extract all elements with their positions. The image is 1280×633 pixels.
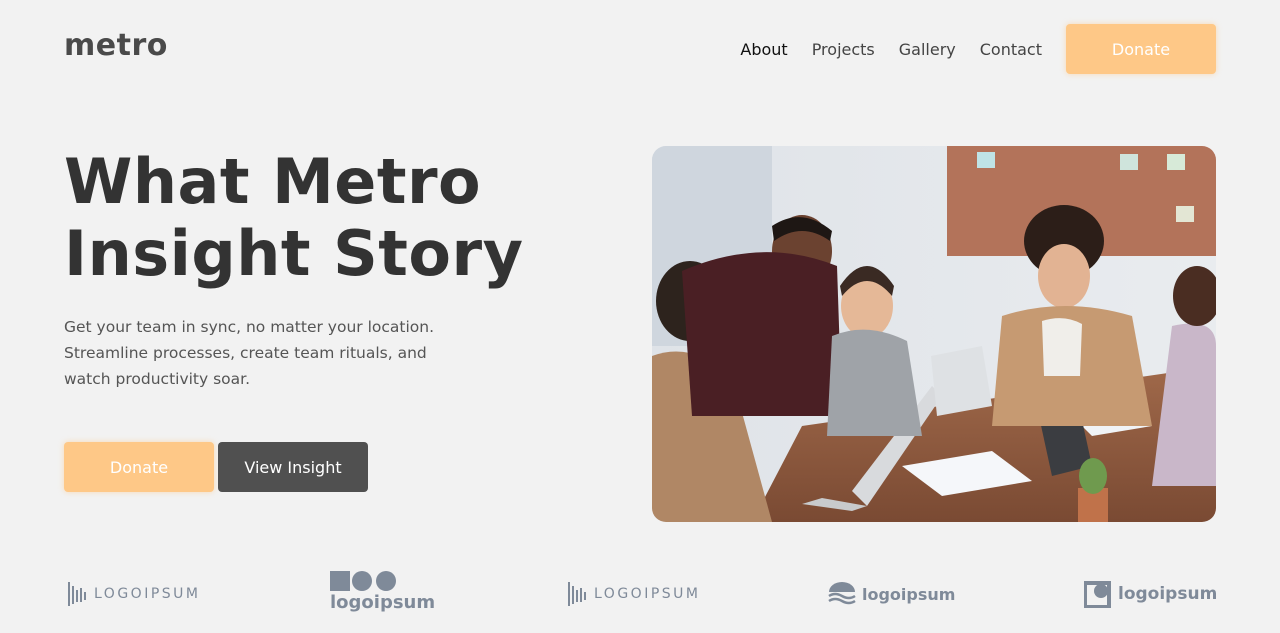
partner-logos: LOGOIPSUM logoipsum LOGOIPSUM logoipsum (0, 560, 1280, 633)
nav-item-projects[interactable]: Projects (812, 40, 875, 59)
waves-icon (828, 582, 856, 605)
logo-text: LOGOIPSUM (94, 586, 201, 602)
square-circle-icon (1084, 581, 1111, 608)
hero-subtitle-line: watch productivity soar. (64, 370, 251, 388)
nav-item-about[interactable]: About (740, 40, 787, 59)
hero-image (652, 146, 1216, 522)
logo-text: logoipsum (330, 592, 436, 613)
nav-item-contact[interactable]: Contact (980, 40, 1042, 59)
partner-logo: LOGOIPSUM (568, 580, 700, 608)
partner-logo: logoipsum (828, 582, 955, 606)
team-meeting-photo (652, 146, 1216, 522)
hero-title: What Metro Insight Story (64, 146, 523, 290)
hero-donate-button[interactable]: Donate (64, 442, 214, 492)
view-insight-button[interactable]: View Insight (218, 442, 368, 492)
logo-text: logoipsum (1118, 584, 1218, 604)
main-nav: About Projects Gallery Contact Donate (716, 24, 1216, 74)
hero-title-line: Insight Story (64, 217, 524, 290)
hero-subtitle: Get your team in sync, no matter your lo… (64, 314, 435, 392)
partner-logo: logoipsum (1084, 580, 1217, 608)
hero-subtitle-line: Get your team in sync, no matter your lo… (64, 318, 435, 336)
partner-logo: logoipsum (328, 570, 435, 613)
hero-subtitle-line: Streamline processes, create team ritual… (64, 344, 427, 362)
shapes-icon (330, 571, 396, 591)
logo-text: logoipsum (862, 584, 956, 604)
logo-text: LOGOIPSUM (594, 586, 701, 602)
nav-donate-button[interactable]: Donate (1066, 24, 1216, 74)
bars-icon (568, 582, 586, 606)
bars-icon (68, 582, 86, 606)
partner-logo: LOGOIPSUM (68, 580, 200, 608)
hero-title-line: What Metro (64, 145, 482, 218)
brand-logo[interactable]: metro (64, 28, 168, 63)
nav-item-gallery[interactable]: Gallery (899, 40, 956, 59)
